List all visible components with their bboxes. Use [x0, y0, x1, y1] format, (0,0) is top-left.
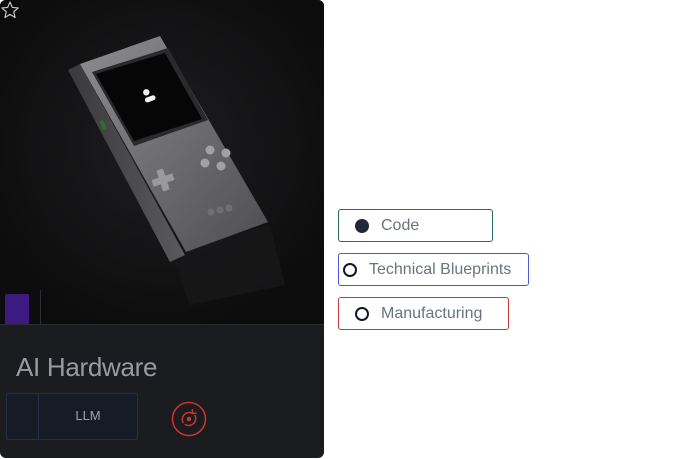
tag-chip-llm[interactable]: LLM — [6, 393, 138, 440]
radio-empty-icon — [355, 306, 369, 321]
product-card[interactable]: AI Hardware LLM — [0, 0, 324, 458]
option-technical-blueprints[interactable]: Technical Blueprints — [338, 253, 529, 286]
color-swatch — [5, 294, 29, 325]
option-code[interactable]: Code — [338, 209, 493, 242]
option-label: Technical Blueprints — [369, 260, 512, 278]
tag-label: LLM — [75, 408, 101, 423]
radio-empty-icon — [343, 262, 357, 277]
option-label: Code — [381, 216, 420, 234]
star-icon[interactable] — [0, 0, 20, 20]
swatch-divider — [40, 290, 41, 325]
handheld-console-image — [0, 0, 324, 325]
option-label: Manufacturing — [381, 304, 483, 322]
radio-selected-icon — [355, 218, 369, 233]
hero-image — [0, 0, 324, 325]
card-title: AI Hardware — [16, 352, 158, 382]
ai-action-icon[interactable] — [171, 401, 207, 437]
option-manufacturing[interactable]: Manufacturing — [338, 297, 509, 330]
divider — [0, 324, 324, 325]
